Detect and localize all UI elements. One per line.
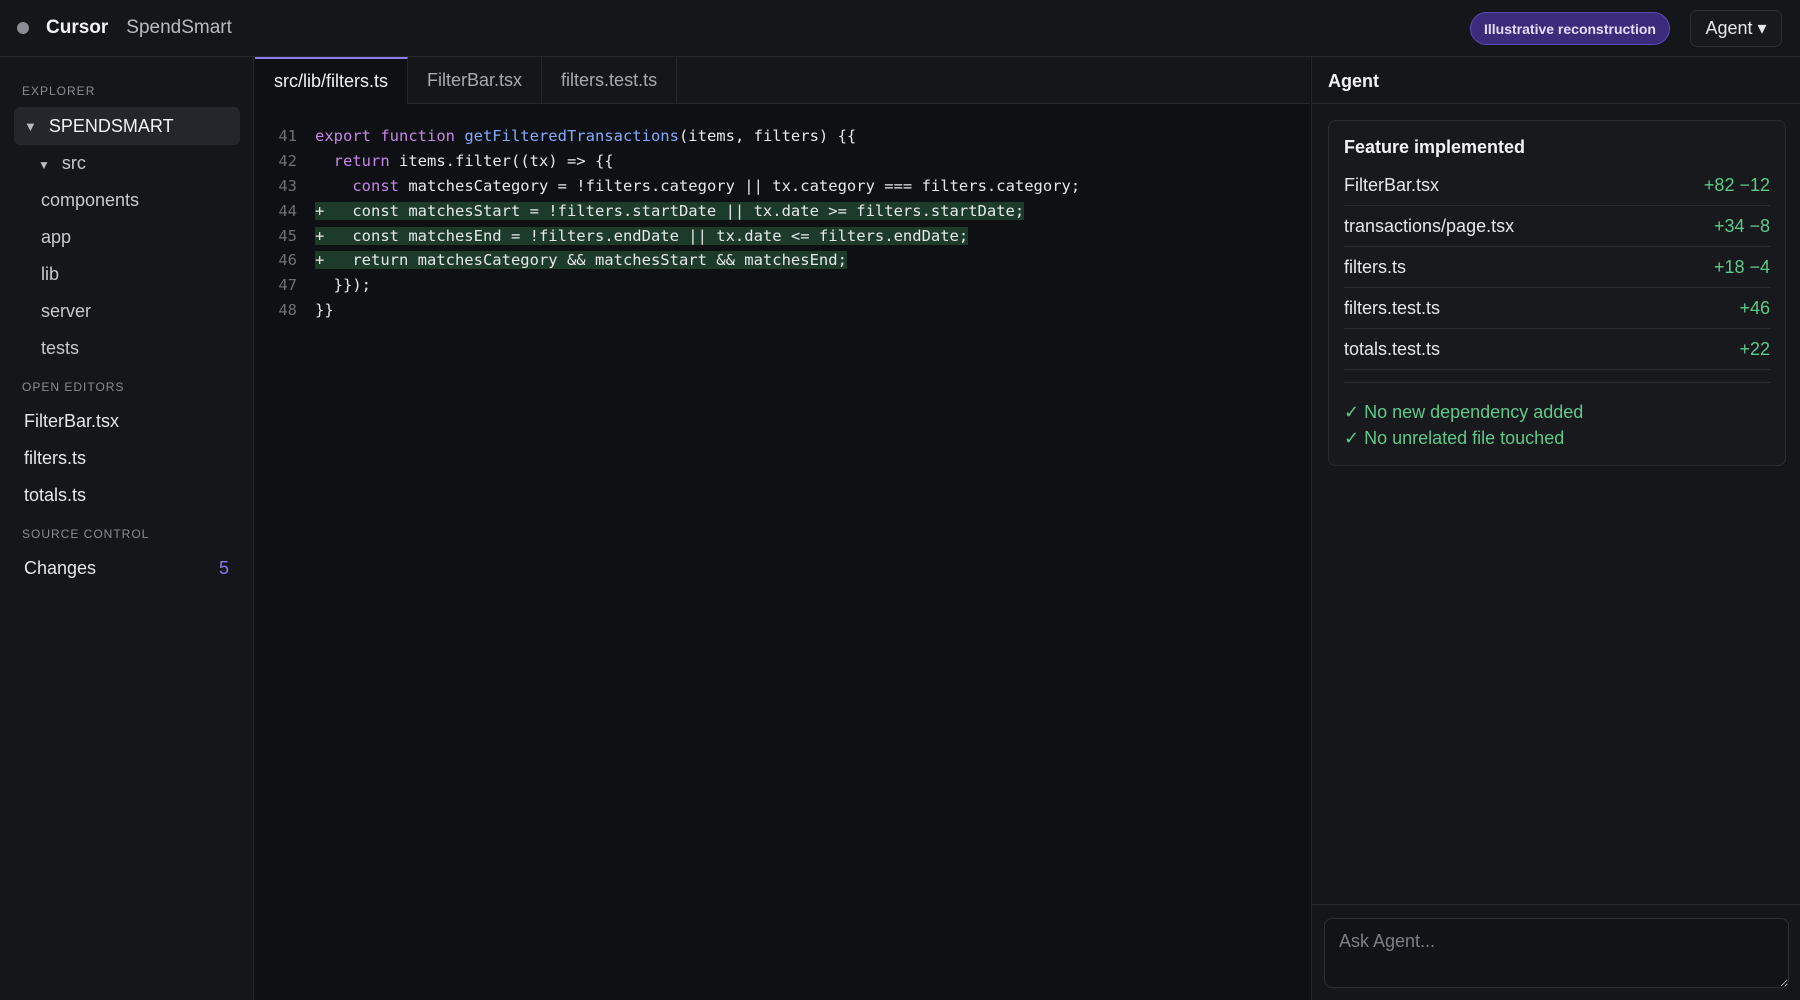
file-name: filters.ts (1344, 256, 1407, 277)
line-number: 47 (278, 276, 297, 295)
file-diff-stat: +82 −12 (1703, 174, 1770, 195)
status-dot-icon (17, 22, 29, 34)
tree-root-spendsmart[interactable]: ▼ SPENDSMART (14, 107, 240, 145)
ask-agent-input[interactable] (1324, 918, 1789, 988)
tree-item-lib[interactable]: lib (41, 264, 59, 285)
file-name: transactions/page.tsx (1344, 215, 1515, 236)
file-diff-stat: +46 (1739, 297, 1770, 318)
open-editor-item[interactable]: filters.ts (24, 448, 86, 469)
line-number: 44 (278, 201, 297, 220)
changed-file-row[interactable]: FilterBar.tsx +82 −12 (1344, 165, 1770, 206)
tab-filters-test-ts[interactable]: filters.test.ts (542, 57, 678, 104)
changes-count-badge: 5 (219, 558, 230, 578)
tab-filters-ts[interactable]: src/lib/filters.ts (255, 57, 409, 104)
file-diff-stat: +22 (1739, 338, 1770, 359)
tree-item-src[interactable]: ▼ src (38, 153, 86, 174)
app-name: Cursor (46, 17, 109, 38)
tree-item-components[interactable]: components (41, 190, 139, 211)
editor-tabs: src/lib/filters.ts FilterBar.tsx filters… (255, 57, 1310, 104)
divider (1312, 103, 1800, 104)
agent-mode-dropdown[interactable]: Agent ▾ (1690, 10, 1782, 47)
explorer-title: EXPLORER (22, 84, 96, 98)
divider (1344, 370, 1770, 383)
changed-file-row[interactable]: totals.test.ts +22 (1344, 329, 1770, 370)
editor-area: src/lib/filters.ts FilterBar.tsx filters… (255, 57, 1310, 1000)
feature-summary-card: Feature implemented FilterBar.tsx +82 −1… (1328, 120, 1786, 466)
line-number: 45 (278, 226, 297, 245)
open-editor-item[interactable]: totals.ts (24, 485, 86, 506)
code-line: 42 return items.filter((tx) => {{ (255, 149, 1310, 174)
tree-item-tests[interactable]: tests (41, 338, 79, 359)
line-number: 41 (278, 127, 297, 146)
title-bar: Cursor SpendSmart Illustrative reconstru… (0, 0, 1800, 57)
tab-filterbar-tsx[interactable]: FilterBar.tsx (408, 57, 543, 104)
line-number: 46 (278, 251, 297, 270)
code-line-added: 44 + const matchesStart = !filters.startD… (255, 198, 1310, 223)
tree-item-server[interactable]: server (41, 301, 91, 322)
tree-item-label: src (61, 153, 86, 173)
check-no-unrelated-file: ✓ No unrelated file touched (1344, 428, 1565, 448)
file-diff-stat: +18 −4 (1713, 256, 1770, 277)
open-editors-title: OPEN EDITORS (22, 380, 125, 394)
chevron-down-icon: ▼ (24, 118, 37, 134)
changed-file-row[interactable]: filters.test.ts +46 (1344, 288, 1770, 329)
code-line: 48}} (255, 298, 1310, 323)
sidebar: EXPLORER ▼ SPENDSMART ▼ src components ap… (0, 57, 254, 1000)
line-number: 42 (278, 152, 297, 171)
agent-panel-title: Agent (1328, 71, 1379, 91)
changed-file-row[interactable]: transactions/page.tsx +34 −8 (1344, 206, 1770, 247)
divider (1312, 904, 1800, 905)
source-control-changes[interactable]: Changes (24, 558, 96, 579)
code-line: 43 const matchesCategory = !filters.cate… (255, 174, 1310, 199)
line-number: 43 (278, 176, 297, 195)
file-name: filters.test.ts (1344, 297, 1441, 318)
code-line-added: 45 + const matchesEnd = !filters.endDate … (255, 223, 1310, 248)
file-name: totals.test.ts (1344, 338, 1441, 359)
chevron-down-icon: ▼ (38, 158, 50, 172)
source-control-title: SOURCE CONTROL (22, 527, 150, 541)
file-name: FilterBar.tsx (1344, 174, 1440, 195)
tree-root-label: SPENDSMART (48, 115, 174, 136)
card-title: Feature implemented (1344, 137, 1526, 157)
code-line: 47 }}); (255, 273, 1310, 298)
tree-item-app[interactable]: app (41, 227, 71, 248)
project-name: SpendSmart (126, 17, 232, 38)
code-line: 41 export function getFilteredTransaction… (255, 124, 1310, 149)
line-number: 48 (278, 300, 297, 319)
code-line-added: 46 + return matchesCategory && matchesSta… (255, 248, 1310, 273)
code-view[interactable]: 41 export function getFilteredTransaction… (255, 124, 1310, 322)
check-no-new-dependency: ✓ No new dependency added (1344, 402, 1584, 422)
agent-panel: Agent Feature implemented FilterBar.tsx … (1311, 57, 1800, 1000)
open-editor-item[interactable]: FilterBar.tsx (24, 411, 119, 432)
file-diff-stat: +34 −8 (1713, 215, 1770, 236)
changed-file-row[interactable]: filters.ts +18 −4 (1344, 247, 1770, 288)
reconstruction-badge: Illustrative reconstruction (1470, 12, 1670, 45)
